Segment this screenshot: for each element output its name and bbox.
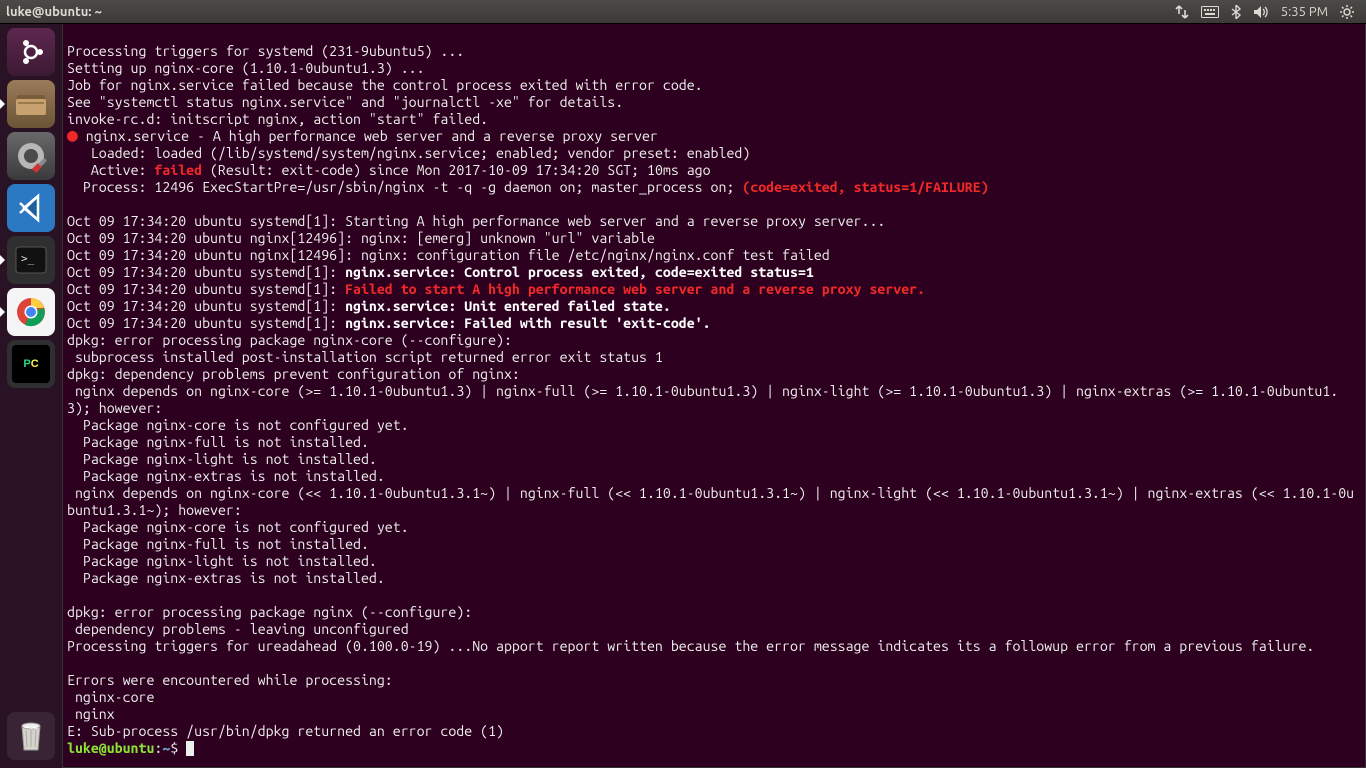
keyboard-icon[interactable] <box>1201 6 1219 18</box>
term-line: invoke-rc.d: initscript nginx, action "s… <box>67 111 488 127</box>
term-line: Oct 09 17:34:20 ubuntu systemd[1]: Start… <box>67 213 885 229</box>
launcher-settings[interactable] <box>7 132 55 180</box>
term-line: Package nginx-full is not installed. <box>67 536 369 552</box>
clock[interactable]: 5:35 PM <box>1281 5 1328 19</box>
term-line: Package nginx-core is not configured yet… <box>67 519 409 535</box>
term-line: Oct 09 17:34:20 ubuntu systemd[1]: <box>67 264 345 280</box>
term-line: Package nginx-full is not installed. <box>67 434 369 450</box>
launcher-ubuntu-dash[interactable] <box>7 28 55 76</box>
prompt-dollar: $ <box>170 740 186 756</box>
network-icon[interactable] <box>1175 5 1189 19</box>
term-line: E: Sub-process /usr/bin/dpkg returned an… <box>67 723 504 739</box>
term-line: Oct 09 17:34:20 ubuntu systemd[1]: <box>67 298 345 314</box>
terminal-window[interactable]: Processing triggers for systemd (231-9ub… <box>62 24 1366 768</box>
running-pip-icon <box>0 255 5 265</box>
term-line: nginx-core <box>67 689 154 705</box>
cursor[interactable] <box>186 741 194 756</box>
term-line: nginx.service - A high performance web s… <box>78 128 658 144</box>
term-bold: nginx.service: Failed with result 'exit-… <box>345 315 710 331</box>
launcher-vscode[interactable] <box>7 184 55 232</box>
term-bold: nginx.service: Unit entered failed state… <box>345 298 671 314</box>
launcher-trash[interactable] <box>7 712 55 760</box>
term-line: Errors were encountered while processing… <box>67 672 393 688</box>
term-line: dpkg: error processing package nginx-cor… <box>67 332 512 348</box>
running-pip-icon <box>0 99 5 109</box>
term-line: dependency problems - leaving unconfigur… <box>67 621 409 637</box>
gear-icon[interactable] <box>1340 5 1354 19</box>
term-failure-code: (code=exited, status=1/FAILURE) <box>742 179 988 195</box>
sound-icon[interactable] <box>1253 5 1269 19</box>
window-title: luke@ubuntu: ~ <box>6 5 102 19</box>
prompt-user: luke@ubuntu <box>67 740 154 756</box>
term-line: Oct 09 17:34:20 ubuntu systemd[1]: <box>67 315 345 331</box>
term-line: Setting up nginx-core (1.10.1-0ubuntu1.3… <box>67 60 425 76</box>
term-line: nginx depends on nginx-core (<< 1.10.1-0… <box>67 485 1354 518</box>
bluetooth-icon[interactable] <box>1231 5 1241 19</box>
term-line: Package nginx-core is not configured yet… <box>67 417 409 433</box>
term-line: dpkg: error processing package nginx (--… <box>67 604 472 620</box>
term-line: Processing triggers for systemd (231-9ub… <box>67 43 464 59</box>
term-failed-start: Failed to start A high performance web s… <box>345 281 925 297</box>
term-line: Processing triggers for ureadahead (0.10… <box>67 638 1314 654</box>
term-line: Package nginx-light is not installed. <box>67 553 377 569</box>
term-line: Loaded: loaded (/lib/systemd/system/ngin… <box>67 145 750 161</box>
svg-text:>_: >_ <box>21 252 35 265</box>
term-line: Package nginx-extras is not installed. <box>67 570 385 586</box>
unity-launcher: >_ PC <box>0 24 62 768</box>
term-line: (Result: exit-code) since Mon 2017-10-09… <box>202 162 710 178</box>
terminal-output[interactable]: Processing triggers for systemd (231-9ub… <box>63 24 1365 759</box>
launcher-files[interactable] <box>7 80 55 128</box>
term-bold: nginx.service: Control process exited, c… <box>345 264 814 280</box>
status-dot-icon: ● <box>67 125 78 145</box>
top-menubar: luke@ubuntu: ~ 5:35 PM <box>0 0 1366 24</box>
term-line: Oct 09 17:34:20 ubuntu systemd[1]: <box>67 281 345 297</box>
term-failed: failed <box>154 162 202 178</box>
term-line: Package nginx-light is not installed. <box>67 451 377 467</box>
launcher-chrome[interactable] <box>7 288 55 336</box>
term-line: nginx depends on nginx-core (>= 1.10.1-0… <box>67 383 1338 416</box>
launcher-terminal[interactable]: >_ <box>7 236 55 284</box>
launcher-pycharm[interactable]: PC <box>7 340 55 388</box>
term-line: subprocess installed post-installation s… <box>67 349 663 365</box>
term-line: See "systemctl status nginx.service" and… <box>67 94 623 110</box>
term-line: Oct 09 17:34:20 ubuntu nginx[12496]: ngi… <box>67 247 830 263</box>
term-line: Job for nginx.service failed because the… <box>67 77 703 93</box>
term-line: nginx <box>67 706 115 722</box>
term-line: Package nginx-extras is not installed. <box>67 468 385 484</box>
term-line: dpkg: dependency problems prevent config… <box>67 366 520 382</box>
term-line: Oct 09 17:34:20 ubuntu nginx[12496]: ngi… <box>67 230 655 246</box>
running-pip-icon <box>0 307 5 317</box>
term-line: Process: 12496 ExecStartPre=/usr/sbin/ng… <box>67 179 742 195</box>
term-line: Active: <box>67 162 154 178</box>
